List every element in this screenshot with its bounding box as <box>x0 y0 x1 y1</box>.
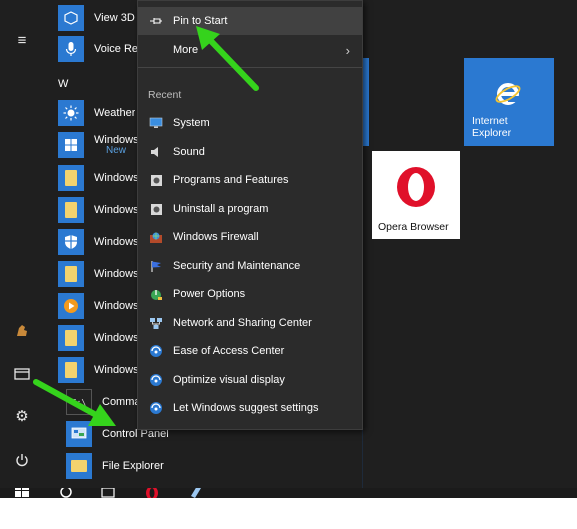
app-label: Windows <box>94 204 139 216</box>
ease-of-access-icon <box>148 400 164 416</box>
menu-item-label: Ease of Access Center <box>173 345 285 357</box>
folder-icon <box>66 453 92 479</box>
tile-label: Opera Browser <box>378 221 449 233</box>
folder-icon <box>58 357 84 383</box>
menu-item-label: Security and Maintenance <box>173 260 301 272</box>
menu-item-label: Programs and Features <box>173 174 289 186</box>
recent-item-optimize-visual-display[interactable]: Optimize visual display <box>138 366 362 394</box>
chevron-right-icon: › <box>345 42 350 58</box>
windows-logo-icon <box>58 132 84 158</box>
menu-item-label: More <box>173 44 199 56</box>
internet-explorer-icon <box>495 83 521 105</box>
recent-item-sound[interactable]: Sound <box>138 138 362 166</box>
folder-icon <box>58 261 84 287</box>
power-options-icon <box>148 286 164 302</box>
sun-icon <box>58 100 84 126</box>
recent-item-let-windows-suggest[interactable]: Let Windows suggest settings <box>138 394 362 422</box>
app-label: Windows <box>94 364 139 376</box>
power-icon[interactable] <box>10 448 34 472</box>
recent-heading: Recent <box>148 89 182 101</box>
windows-start-icon[interactable] <box>14 488 30 498</box>
recent-item-system[interactable]: System <box>138 109 362 137</box>
recent-item-uninstall-program[interactable]: Uninstall a program <box>138 195 362 223</box>
recent-item-ease-of-access[interactable]: Ease of Access Center <box>138 337 362 365</box>
search-icon[interactable] <box>58 488 74 498</box>
tile-label-line: Explorer <box>472 127 512 139</box>
folder-icon <box>58 165 84 191</box>
settings-gear-icon[interactable]: ⚙ <box>10 404 34 428</box>
menu-item-label: System <box>173 117 210 129</box>
app-label: Windows <box>94 332 139 344</box>
menu-item-label: Optimize visual display <box>173 374 285 386</box>
context-menu: Pin to Start More › Recent System Sound … <box>137 0 363 430</box>
shield-icon <box>58 229 84 255</box>
microphone-icon <box>58 36 84 62</box>
app-label: Comma <box>102 396 141 408</box>
tile-label-line: Internet <box>472 115 508 127</box>
app-taskbar-icon[interactable] <box>188 488 204 498</box>
media-player-icon <box>58 293 84 319</box>
network-icon <box>148 315 164 331</box>
app-item-file-explorer[interactable]: File Explorer <box>66 452 366 480</box>
app-label: Windows <box>94 268 139 280</box>
view-3d-icon <box>58 5 84 31</box>
section-letter-w[interactable]: W <box>58 78 68 90</box>
firewall-icon <box>148 229 164 245</box>
task-view-icon[interactable] <box>100 488 116 498</box>
recent-item-security-and-maintenance[interactable]: Security and Maintenance <box>138 252 362 280</box>
flag-icon <box>148 258 164 274</box>
menu-item-label: Pin to Start <box>173 15 228 27</box>
recent-item-network-and-sharing[interactable]: Network and Sharing Center <box>138 309 362 337</box>
pin-to-start-menu-item[interactable]: Pin to Start <box>138 7 362 35</box>
pin-icon <box>148 13 164 29</box>
menu-item-label: Windows Firewall <box>173 231 259 243</box>
app-label: File Explorer <box>102 460 164 472</box>
command-prompt-icon: C:\ <box>66 389 92 415</box>
tiles-area: Internet Explorer Opera Browser <box>363 0 577 488</box>
app-label: View 3D <box>94 12 135 24</box>
opera-logo-icon <box>397 167 435 207</box>
ease-of-access-icon <box>148 343 164 359</box>
programs-icon <box>148 172 164 188</box>
recent-item-power-options[interactable]: Power Options <box>138 280 362 308</box>
start-menu-rail: ≡ ⚙ <box>0 0 46 488</box>
app-label: Weather <box>94 107 136 119</box>
file-explorer-icon[interactable] <box>10 362 34 386</box>
taskbar <box>0 488 577 498</box>
tile-internet-explorer[interactable]: Internet Explorer <box>464 58 554 146</box>
app-label: Windows <box>94 300 139 312</box>
tile-opera-browser[interactable]: Opera Browser <box>372 151 460 239</box>
opera-taskbar-icon[interactable] <box>144 488 160 498</box>
menu-item-label: Network and Sharing Center <box>173 317 312 329</box>
recent-item-windows-firewall[interactable]: Windows Firewall <box>138 223 362 251</box>
speaker-icon <box>148 144 164 160</box>
more-menu-item[interactable]: More › <box>138 36 362 64</box>
blank-icon <box>148 42 164 58</box>
programs-icon <box>148 201 164 217</box>
menu-item-label: Power Options <box>173 288 246 300</box>
partial-tile[interactable] <box>363 58 369 146</box>
recent-item-programs-and-features[interactable]: Programs and Features <box>138 166 362 194</box>
monitor-icon <box>148 115 164 131</box>
menu-item-label: Sound <box>173 146 205 158</box>
menu-item-label: Uninstall a program <box>173 203 269 215</box>
menu-separator <box>138 67 362 68</box>
ease-of-access-icon <box>148 372 164 388</box>
app-label: Windows <box>94 236 139 248</box>
app-label: Voice Re <box>94 43 139 55</box>
menu-item-label: Let Windows suggest settings <box>173 402 319 414</box>
folder-icon <box>58 325 84 351</box>
control-panel-icon <box>66 421 92 447</box>
tile-label: Internet Explorer <box>472 115 552 139</box>
app-label: Windows <box>94 172 139 184</box>
new-badge: New <box>106 145 127 156</box>
hamburger-menu-icon[interactable]: ≡ <box>10 28 34 52</box>
user-avatar-icon[interactable] <box>10 318 34 342</box>
folder-icon <box>58 197 84 223</box>
